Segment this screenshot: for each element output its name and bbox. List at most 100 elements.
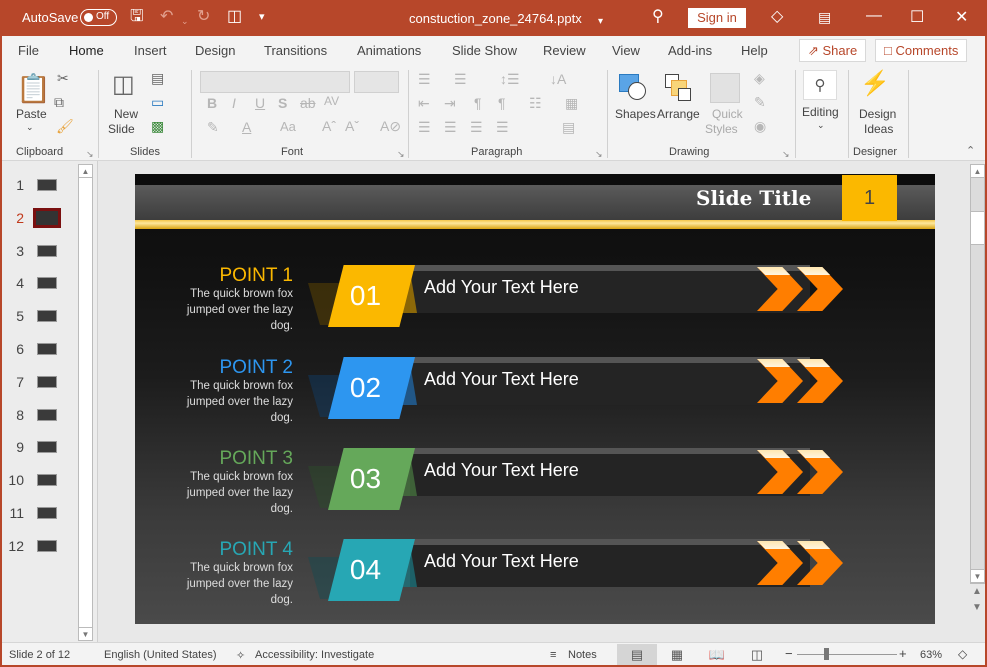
undo-dropdown-icon[interactable]: ⌄	[181, 12, 189, 30]
tab-insert[interactable]: Insert	[134, 43, 167, 58]
slide-thumbnail-2[interactable]: 2	[2, 207, 77, 230]
strikethrough-icon[interactable]: ab	[300, 95, 316, 111]
point-title[interactable]: POINT 3	[219, 448, 293, 470]
redo-icon[interactable]: ↻	[197, 8, 210, 26]
clipboard-launcher-icon[interactable]: ↘	[86, 149, 94, 160]
slide-thumbnail-1[interactable]: 1	[2, 175, 77, 197]
tab-design[interactable]: Design	[195, 43, 235, 58]
zoom-slider-track[interactable]	[797, 654, 897, 655]
editing-button[interactable]: Editing	[802, 105, 839, 119]
point-description[interactable]: The quick brown fox jumped over the lazy…	[163, 469, 293, 517]
minimize-icon[interactable]: —	[866, 7, 882, 25]
diamond-icon[interactable]: ◇	[771, 8, 783, 26]
align-text-icon[interactable]: ▦	[565, 95, 578, 112]
present-icon[interactable]: ◫	[227, 8, 242, 26]
line-spacing-icon[interactable]: ↕☰	[500, 71, 520, 88]
autosave-toggle[interactable]: Off	[80, 9, 117, 26]
slide-sorter-button[interactable]: ▦	[657, 644, 697, 665]
char-spacing-icon[interactable]: AV	[324, 94, 339, 108]
notes-button[interactable]: Notes	[568, 649, 597, 661]
thumbnail-image[interactable]	[37, 375, 57, 388]
save-icon[interactable]: 🖫	[130, 8, 144, 26]
ribbon-display-icon[interactable]: ▤	[818, 8, 831, 26]
tab-file[interactable]: File	[18, 43, 39, 58]
paragraph-launcher-icon[interactable]: ↘	[595, 149, 603, 160]
new-slide-label[interactable]: New	[114, 107, 138, 121]
slide-scroll-thumb[interactable]	[970, 211, 985, 245]
thumb-scroll-down-icon[interactable]: ▼	[78, 627, 93, 641]
slideshow-view-button[interactable]: ◫	[737, 644, 777, 665]
thumbnail-image[interactable]	[37, 539, 57, 552]
shape-fill-icon[interactable]: ◈	[754, 70, 765, 87]
shadow-icon[interactable]: S	[278, 95, 287, 111]
drawing-launcher-icon[interactable]: ↘	[782, 149, 790, 160]
ltr-icon[interactable]: ¶	[474, 95, 482, 111]
previous-slide-icon[interactable]: ▲	[972, 586, 982, 597]
reset-icon[interactable]: ▭	[151, 94, 164, 111]
zoom-slider-thumb[interactable]	[824, 648, 829, 660]
slide-thumbnail-7[interactable]: 7	[2, 372, 77, 394]
maximize-icon[interactable]: ☐	[910, 7, 924, 27]
point-title[interactable]: POINT 4	[219, 539, 293, 561]
shape-effects-icon[interactable]: ◉	[754, 118, 766, 135]
new-slide-icon[interactable]: ◫	[112, 70, 135, 99]
underline-icon[interactable]: U	[255, 95, 265, 111]
slide-scroll-up-icon[interactable]: ▲	[970, 164, 985, 178]
arrange-button[interactable]: Arrange	[657, 107, 700, 121]
tab-home[interactable]: Home	[57, 43, 116, 69]
clear-format-icon[interactable]: A⊘	[380, 118, 401, 135]
layout-icon[interactable]: ▤	[151, 70, 164, 87]
collapse-ribbon-icon[interactable]: ⌃	[966, 144, 975, 157]
thumbnail-scrollbar[interactable]	[78, 164, 93, 641]
align-left-icon[interactable]: ☰	[418, 119, 431, 136]
align-center-icon[interactable]: ☰	[444, 119, 457, 136]
smartart-icon[interactable]: ▤	[562, 119, 575, 136]
customize-toolbar-icon[interactable]: ▾	[259, 8, 265, 26]
slide-thumbnail-9[interactable]: 9	[2, 437, 77, 459]
thumbnail-image[interactable]	[37, 441, 57, 454]
quick-styles-label[interactable]: Quick	[712, 107, 743, 121]
design-ideas-button[interactable]: Ideas	[864, 122, 893, 136]
paste-button[interactable]: Paste	[16, 107, 47, 121]
point-description[interactable]: The quick brown fox jumped over the lazy…	[163, 560, 293, 608]
thumbnail-image[interactable]	[37, 277, 57, 290]
slide-thumbnail-3[interactable]: 3	[2, 241, 77, 263]
copy-icon[interactable]: ⧉	[54, 94, 64, 111]
close-icon[interactable]: ✕	[955, 7, 968, 27]
point-text[interactable]: Add Your Text Here	[424, 551, 579, 572]
quick-styles-button[interactable]: Styles	[705, 122, 738, 136]
point-text[interactable]: Add Your Text Here	[424, 369, 579, 390]
editing-search-icon[interactable]: ⚲	[803, 70, 837, 100]
italic-icon[interactable]: I	[232, 95, 236, 111]
numbering-icon[interactable]: ☰	[454, 71, 467, 88]
next-slide-icon[interactable]: ▼	[972, 602, 982, 613]
point-title[interactable]: POINT 1	[219, 265, 293, 287]
font-color-icon[interactable]: A	[242, 119, 251, 135]
point-description[interactable]: The quick brown fox jumped over the lazy…	[163, 286, 293, 334]
tab-help[interactable]: Help	[741, 43, 768, 58]
design-ideas-icon[interactable]: ⚡	[860, 69, 890, 98]
paste-icon[interactable]: 📋	[16, 72, 51, 105]
tab-animations[interactable]: Animations	[357, 43, 421, 58]
slide-thumbnail-10[interactable]: 10	[2, 470, 77, 492]
shape-outline-icon[interactable]: ✎	[754, 94, 766, 111]
thumbnail-image[interactable]	[37, 244, 57, 257]
design-ideas-label[interactable]: Design	[859, 107, 896, 121]
tab-transitions[interactable]: Transitions	[264, 43, 327, 58]
slide-thumbnail-5[interactable]: 5	[2, 306, 77, 328]
thumbnail-image[interactable]	[37, 474, 57, 487]
section-icon[interactable]: ▩	[151, 118, 164, 135]
thumbnail-image[interactable]	[37, 507, 57, 519]
tab-slide-show[interactable]: Slide Show	[452, 43, 517, 58]
point-text[interactable]: Add Your Text Here	[424, 277, 579, 298]
thumbnail-image[interactable]	[33, 207, 61, 228]
accessibility-status[interactable]: Accessibility: Investigate	[255, 649, 374, 661]
undo-icon[interactable]: ↶	[160, 8, 173, 26]
share-button[interactable]: ⇗ Share	[799, 39, 867, 62]
slide-thumbnail-6[interactable]: 6	[2, 339, 77, 361]
justify-icon[interactable]: ☰	[496, 119, 509, 136]
text-direction-icon[interactable]: ↓A	[550, 71, 566, 87]
decrease-indent-icon[interactable]: ⇤	[418, 95, 430, 112]
columns-icon[interactable]: ☷	[529, 95, 542, 112]
language[interactable]: English (United States)	[104, 649, 217, 661]
